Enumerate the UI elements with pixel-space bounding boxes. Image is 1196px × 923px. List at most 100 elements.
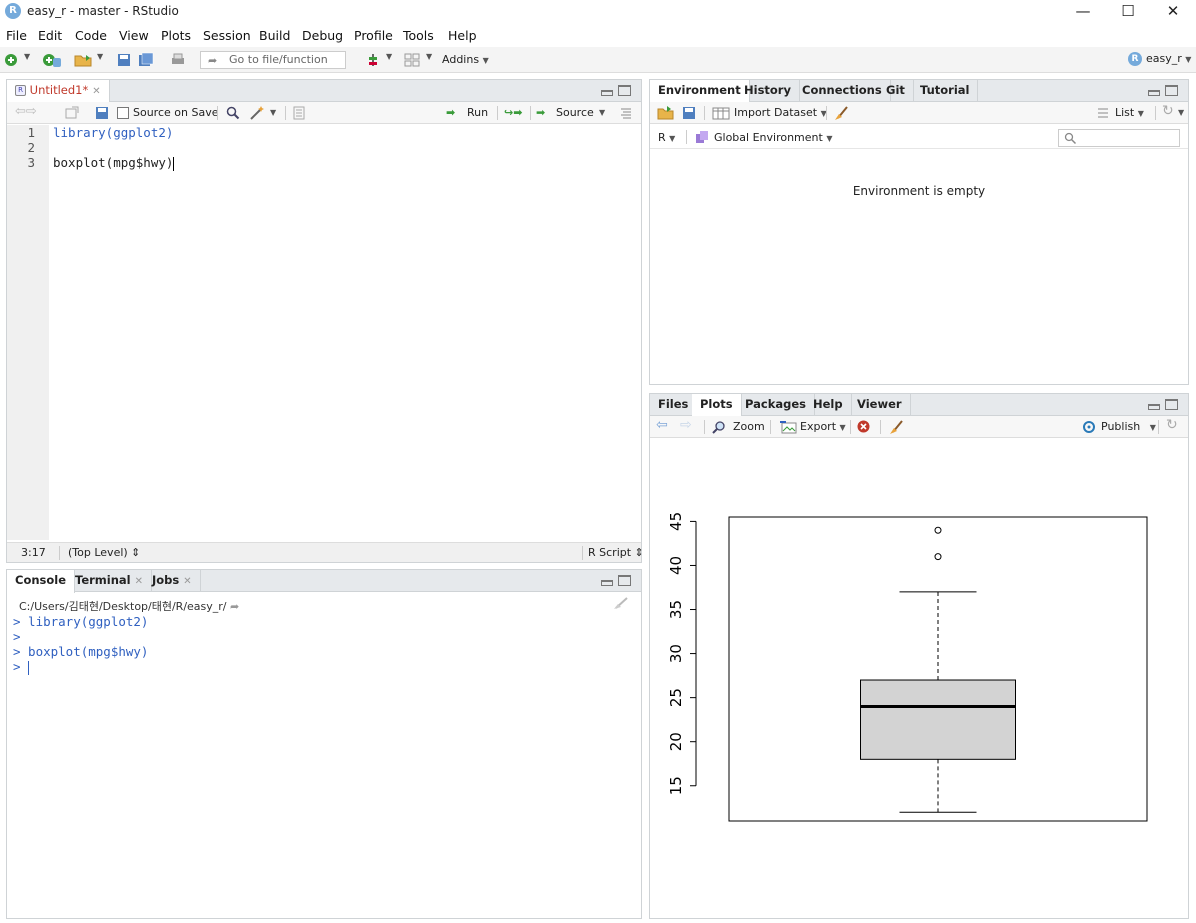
- pane-layout-icon[interactable]: [404, 52, 420, 68]
- y-tick-label: 30: [667, 644, 685, 663]
- code-line[interactable]: library(ggplot2): [53, 125, 173, 140]
- list-view-selector[interactable]: List ▼: [1115, 106, 1144, 119]
- tab-plots[interactable]: Plots: [692, 394, 742, 417]
- save-all-icon[interactable]: [138, 52, 154, 68]
- addins-menu[interactable]: Addins ▼: [442, 53, 489, 66]
- tab-help[interactable]: Help: [805, 394, 852, 416]
- rerun-icon[interactable]: ↪➡: [504, 106, 522, 119]
- go-to-file-input[interactable]: ➦ Go to file/function: [200, 51, 346, 69]
- zoom-button[interactable]: Zoom: [733, 420, 765, 433]
- menu-build[interactable]: Build: [259, 28, 290, 43]
- new-project-icon[interactable]: [42, 52, 62, 68]
- tab-packages[interactable]: Packages: [737, 394, 815, 416]
- source-toolbar: ⇦⇨ Source on Save ▼ ➡ Run ↪➡ ➡ Source ▼: [7, 102, 641, 124]
- working-directory-path[interactable]: C:/Users/김태현/Desktop/태현/R/easy_r/ ➦: [19, 598, 239, 614]
- new-file-dropdown-icon[interactable]: ▼: [24, 52, 30, 61]
- new-file-icon[interactable]: [3, 52, 19, 68]
- clear-plots-broom-icon[interactable]: [889, 419, 905, 435]
- close-tab-icon[interactable]: ✕: [183, 576, 191, 587]
- menu-plots[interactable]: Plots: [161, 28, 191, 43]
- search-icon[interactable]: [226, 106, 240, 120]
- project-menu[interactable]: Reasy_r ▼: [1128, 52, 1191, 66]
- close-tab-icon[interactable]: ✕: [92, 86, 100, 97]
- language-selector[interactable]: R ▼: [658, 131, 675, 144]
- open-file-icon[interactable]: [74, 52, 96, 68]
- console-prompt[interactable]: >: [13, 659, 30, 675]
- back-arrow-icon[interactable]: ⇦⇨: [15, 104, 37, 119]
- pane-layout-dropdown-icon[interactable]: ▼: [426, 52, 432, 61]
- list-view-icon: [1098, 108, 1108, 118]
- tab-jobs[interactable]: Jobs ✕: [144, 570, 201, 592]
- menu-file[interactable]: File: [6, 28, 27, 43]
- environment-search-input[interactable]: [1058, 129, 1180, 147]
- tab-untitled1[interactable]: R Untitled1* ✕: [7, 80, 110, 103]
- tab-git[interactable]: Git: [878, 80, 914, 102]
- next-plot-icon[interactable]: ⇨: [680, 417, 692, 433]
- code-tools-dropdown-icon[interactable]: ▼: [270, 108, 276, 117]
- console-pane-minmax[interactable]: [601, 575, 633, 589]
- load-workspace-icon[interactable]: [657, 105, 675, 120]
- build-icon[interactable]: [365, 52, 381, 68]
- menu-code[interactable]: Code: [75, 28, 107, 43]
- tab-console[interactable]: Console: [7, 570, 76, 593]
- y-tick-label: 15: [667, 776, 685, 795]
- go-to-file-placeholder: Go to file/function: [229, 53, 328, 66]
- window-title: easy_r - master - RStudio: [27, 4, 179, 18]
- close-tab-icon[interactable]: ✕: [135, 576, 143, 587]
- close-button[interactable]: ✕: [1150, 0, 1196, 24]
- menu-session[interactable]: Session: [203, 28, 251, 43]
- source-label: Source: [556, 106, 594, 119]
- menu-help[interactable]: Help: [448, 28, 477, 43]
- menu-edit[interactable]: Edit: [38, 28, 62, 43]
- source-pane-minmax[interactable]: [601, 85, 633, 99]
- save-icon[interactable]: [116, 52, 132, 68]
- plots-toolbar: ⇦ ⇨ Zoom Export ▼ Publish ▼ ↻: [650, 416, 1188, 438]
- code-tools-wand-icon[interactable]: [249, 105, 265, 121]
- plots-pane-minmax[interactable]: [1148, 399, 1180, 413]
- maximize-button[interactable]: ☐: [1105, 0, 1151, 24]
- show-in-window-icon[interactable]: [65, 106, 79, 120]
- minimize-button[interactable]: —: [1060, 0, 1106, 24]
- scope-selector[interactable]: (Top Level) ⇕: [68, 546, 140, 559]
- code-line[interactable]: boxplot(mpg$hwy): [53, 155, 175, 171]
- remove-plot-icon[interactable]: [857, 420, 870, 433]
- y-tick-label: 20: [667, 732, 685, 751]
- previous-plot-icon[interactable]: ⇦: [656, 417, 668, 433]
- clear-console-broom-icon[interactable]: [613, 596, 631, 610]
- environment-empty-message: Environment is empty: [852, 184, 986, 198]
- environment-pane-minmax[interactable]: [1148, 85, 1180, 99]
- menu-bar: File Edit Code View Plots Session Build …: [0, 25, 1196, 47]
- menu-debug[interactable]: Debug: [302, 28, 343, 43]
- refresh-icon[interactable]: ↻: [1162, 103, 1174, 119]
- outline-lines-icon[interactable]: [619, 106, 633, 120]
- menu-view[interactable]: View: [119, 28, 149, 43]
- import-dataset-button[interactable]: Import Dataset ▼: [734, 106, 827, 119]
- refresh-dropdown-icon[interactable]: ▼: [1178, 108, 1184, 117]
- publish-button[interactable]: Publish ▼: [1101, 420, 1156, 433]
- refresh-plot-icon[interactable]: ↻: [1166, 417, 1178, 433]
- build-dropdown-icon[interactable]: ▼: [386, 52, 392, 61]
- document-outline-icon[interactable]: [292, 106, 306, 120]
- tab-terminal[interactable]: Terminal ✕: [67, 570, 152, 592]
- tab-viewer[interactable]: Viewer: [849, 394, 911, 416]
- project-icon: R: [1128, 52, 1142, 66]
- clear-objects-broom-icon[interactable]: [834, 105, 850, 121]
- tab-connections[interactable]: Connections: [794, 80, 891, 102]
- source-dropdown-icon[interactable]: ▼: [599, 108, 605, 117]
- save-icon[interactable]: [95, 106, 109, 120]
- file-type-selector[interactable]: R Script ⇕: [588, 546, 644, 559]
- tab-files[interactable]: Files: [650, 394, 698, 416]
- plots-tabbar: Files Plots Packages Help Viewer: [650, 394, 1188, 417]
- menu-tools[interactable]: Tools: [403, 28, 434, 43]
- tab-tutorial[interactable]: Tutorial: [912, 80, 979, 102]
- tab-environment[interactable]: Environment: [650, 80, 750, 103]
- open-file-dropdown-icon[interactable]: ▼: [97, 52, 103, 61]
- save-workspace-icon[interactable]: [682, 106, 696, 120]
- print-icon[interactable]: [170, 52, 186, 68]
- menu-profile[interactable]: Profile: [354, 28, 393, 43]
- export-button[interactable]: Export ▼: [800, 420, 846, 433]
- tab-history[interactable]: History: [736, 80, 800, 102]
- environment-scope-selector[interactable]: Global Environment ▼: [714, 131, 832, 144]
- source-on-save-checkbox[interactable]: [117, 107, 129, 119]
- y-tick-label: 45: [667, 512, 685, 531]
